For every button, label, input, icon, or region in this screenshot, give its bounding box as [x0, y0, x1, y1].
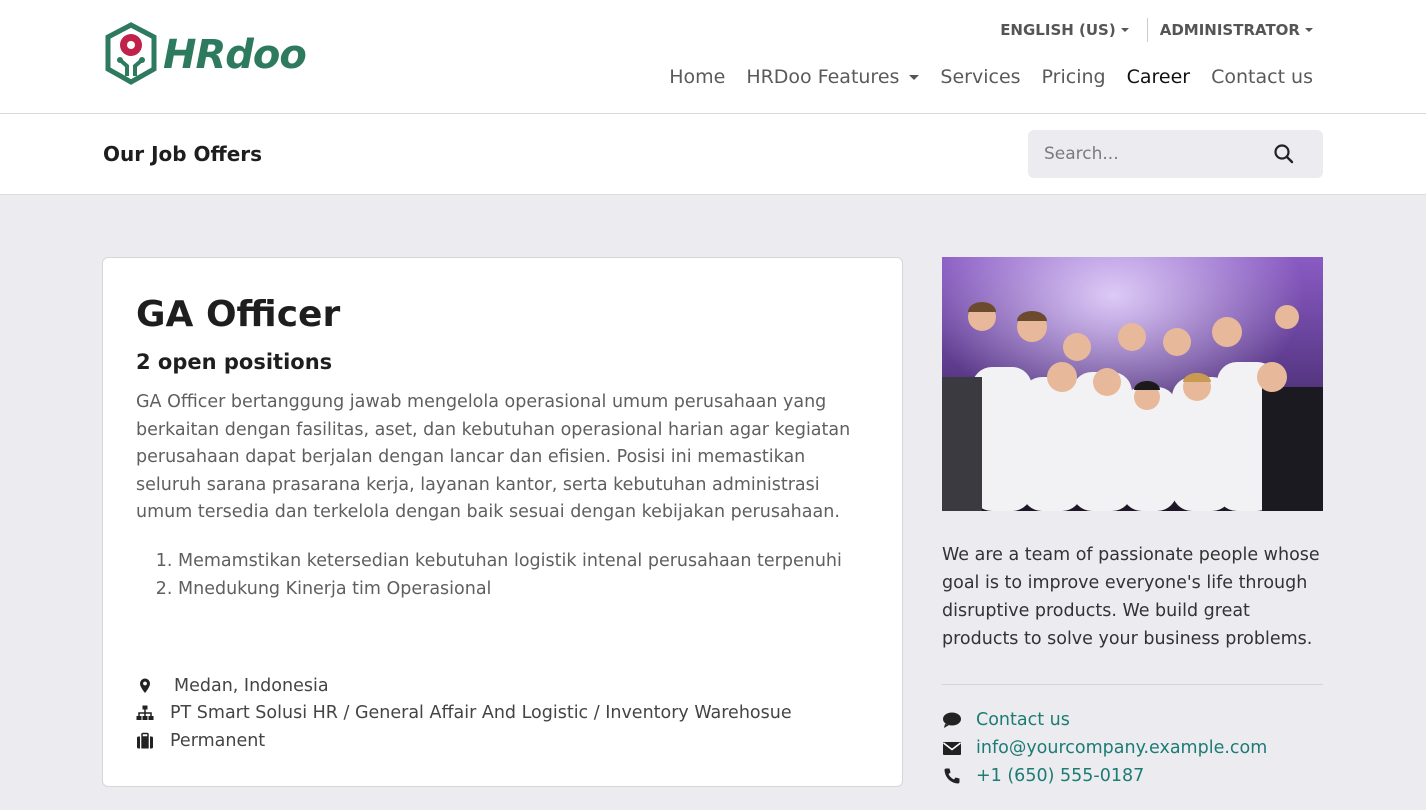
nav-home-label: Home	[669, 66, 726, 88]
nav-contact-label: Contact us	[1211, 66, 1313, 88]
map-marker-icon	[140, 678, 150, 693]
nav-career[interactable]: Career	[1127, 63, 1191, 91]
page-title: Our Job Offers	[103, 142, 263, 166]
list-item: Mnedukung Kinerja tim Operasional	[178, 575, 878, 603]
nav-features-label: HRDoo Features	[746, 66, 900, 88]
user-name: ADMINISTRATOR	[1159, 21, 1300, 39]
top-utility-bar: ENGLISH (US) ADMINISTRATOR	[1000, 18, 1313, 42]
list-item: Memamstikan ketersedian kebutuhan logist…	[178, 547, 878, 575]
department-text: PT Smart Solusi HR / General Affair And …	[170, 703, 792, 724]
employment-type-text: Permanent	[170, 730, 266, 751]
nav-home[interactable]: Home	[669, 63, 725, 91]
search-icon[interactable]	[1273, 143, 1295, 165]
nav-pricing[interactable]: Pricing	[1042, 63, 1106, 91]
sidebar-divider	[942, 684, 1323, 685]
team-photo-image	[942, 257, 1323, 511]
phone-row: +1 (650) 555-0187	[942, 762, 1267, 790]
team-photo	[942, 257, 1323, 511]
search-input[interactable]	[1028, 131, 1258, 177]
topbar-divider	[1146, 18, 1148, 42]
job-requirements-list: Memamstikan ketersedian kebutuhan logist…	[178, 547, 878, 603]
caret-down-icon	[909, 74, 920, 80]
hrdoo-logo-icon	[105, 22, 157, 85]
job-description: GA Officer bertanggung jawab mengelola o…	[136, 392, 851, 522]
nav-career-label: Career	[1126, 66, 1191, 88]
location-text: Medan, Indonesia	[174, 675, 329, 696]
email-link[interactable]: info@yourcompany.example.com	[976, 738, 1267, 758]
job-title: GA Officer	[136, 294, 341, 335]
search-box	[1028, 130, 1323, 178]
site-header: HRdoo ENGLISH (US) ADMINISTRATOR Home HR…	[0, 0, 1426, 114]
job-offers-bar: Our Job Offers	[0, 114, 1426, 195]
company-about-text: We are a team of passionate people whose…	[942, 545, 1320, 649]
phone-link[interactable]: +1 (650) 555-0187	[976, 766, 1144, 786]
job-location: Medan, Indonesia	[136, 672, 792, 700]
nav-services-label: Services	[940, 66, 1021, 88]
main-nav: Home HRDoo Features Services Pricing Car…	[648, 63, 1313, 91]
language-label: ENGLISH (US)	[1000, 21, 1116, 39]
brand-logo[interactable]: HRdoo	[103, 22, 331, 88]
contact-us-row: Contact us	[942, 706, 1267, 734]
language-selector[interactable]: ENGLISH (US)	[1000, 18, 1129, 42]
job-card: GA Officer 2 open positions GA Officer b…	[102, 257, 903, 787]
job-department: PT Smart Solusi HR / General Affair And …	[136, 700, 792, 728]
sitemap-icon	[136, 705, 154, 721]
nav-hrdoo-features[interactable]: HRDoo Features	[746, 63, 920, 91]
email-row: info@yourcompany.example.com	[942, 734, 1267, 762]
contact-info: Contact us info@yourcompany.example.com …	[942, 706, 1267, 790]
briefcase-icon	[137, 732, 153, 749]
phone-icon	[944, 768, 960, 784]
caret-down-icon	[1120, 28, 1129, 32]
open-positions-count: 2 open positions	[136, 350, 333, 374]
nav-contact-us[interactable]: Contact us	[1211, 63, 1313, 91]
caret-down-icon	[1305, 28, 1313, 32]
envelope-icon	[943, 742, 961, 755]
job-meta: Medan, Indonesia PT Smart Solusi HR / Ge…	[136, 672, 792, 755]
comment-icon	[943, 712, 961, 728]
nav-services[interactable]: Services	[940, 63, 1020, 91]
brand-wordmark: HRdoo	[163, 32, 307, 78]
contact-us-link[interactable]: Contact us	[976, 710, 1070, 730]
user-menu[interactable]: ADMINISTRATOR	[1160, 18, 1313, 42]
nav-pricing-label: Pricing	[1041, 66, 1106, 88]
job-employment-type: Permanent	[136, 727, 792, 755]
